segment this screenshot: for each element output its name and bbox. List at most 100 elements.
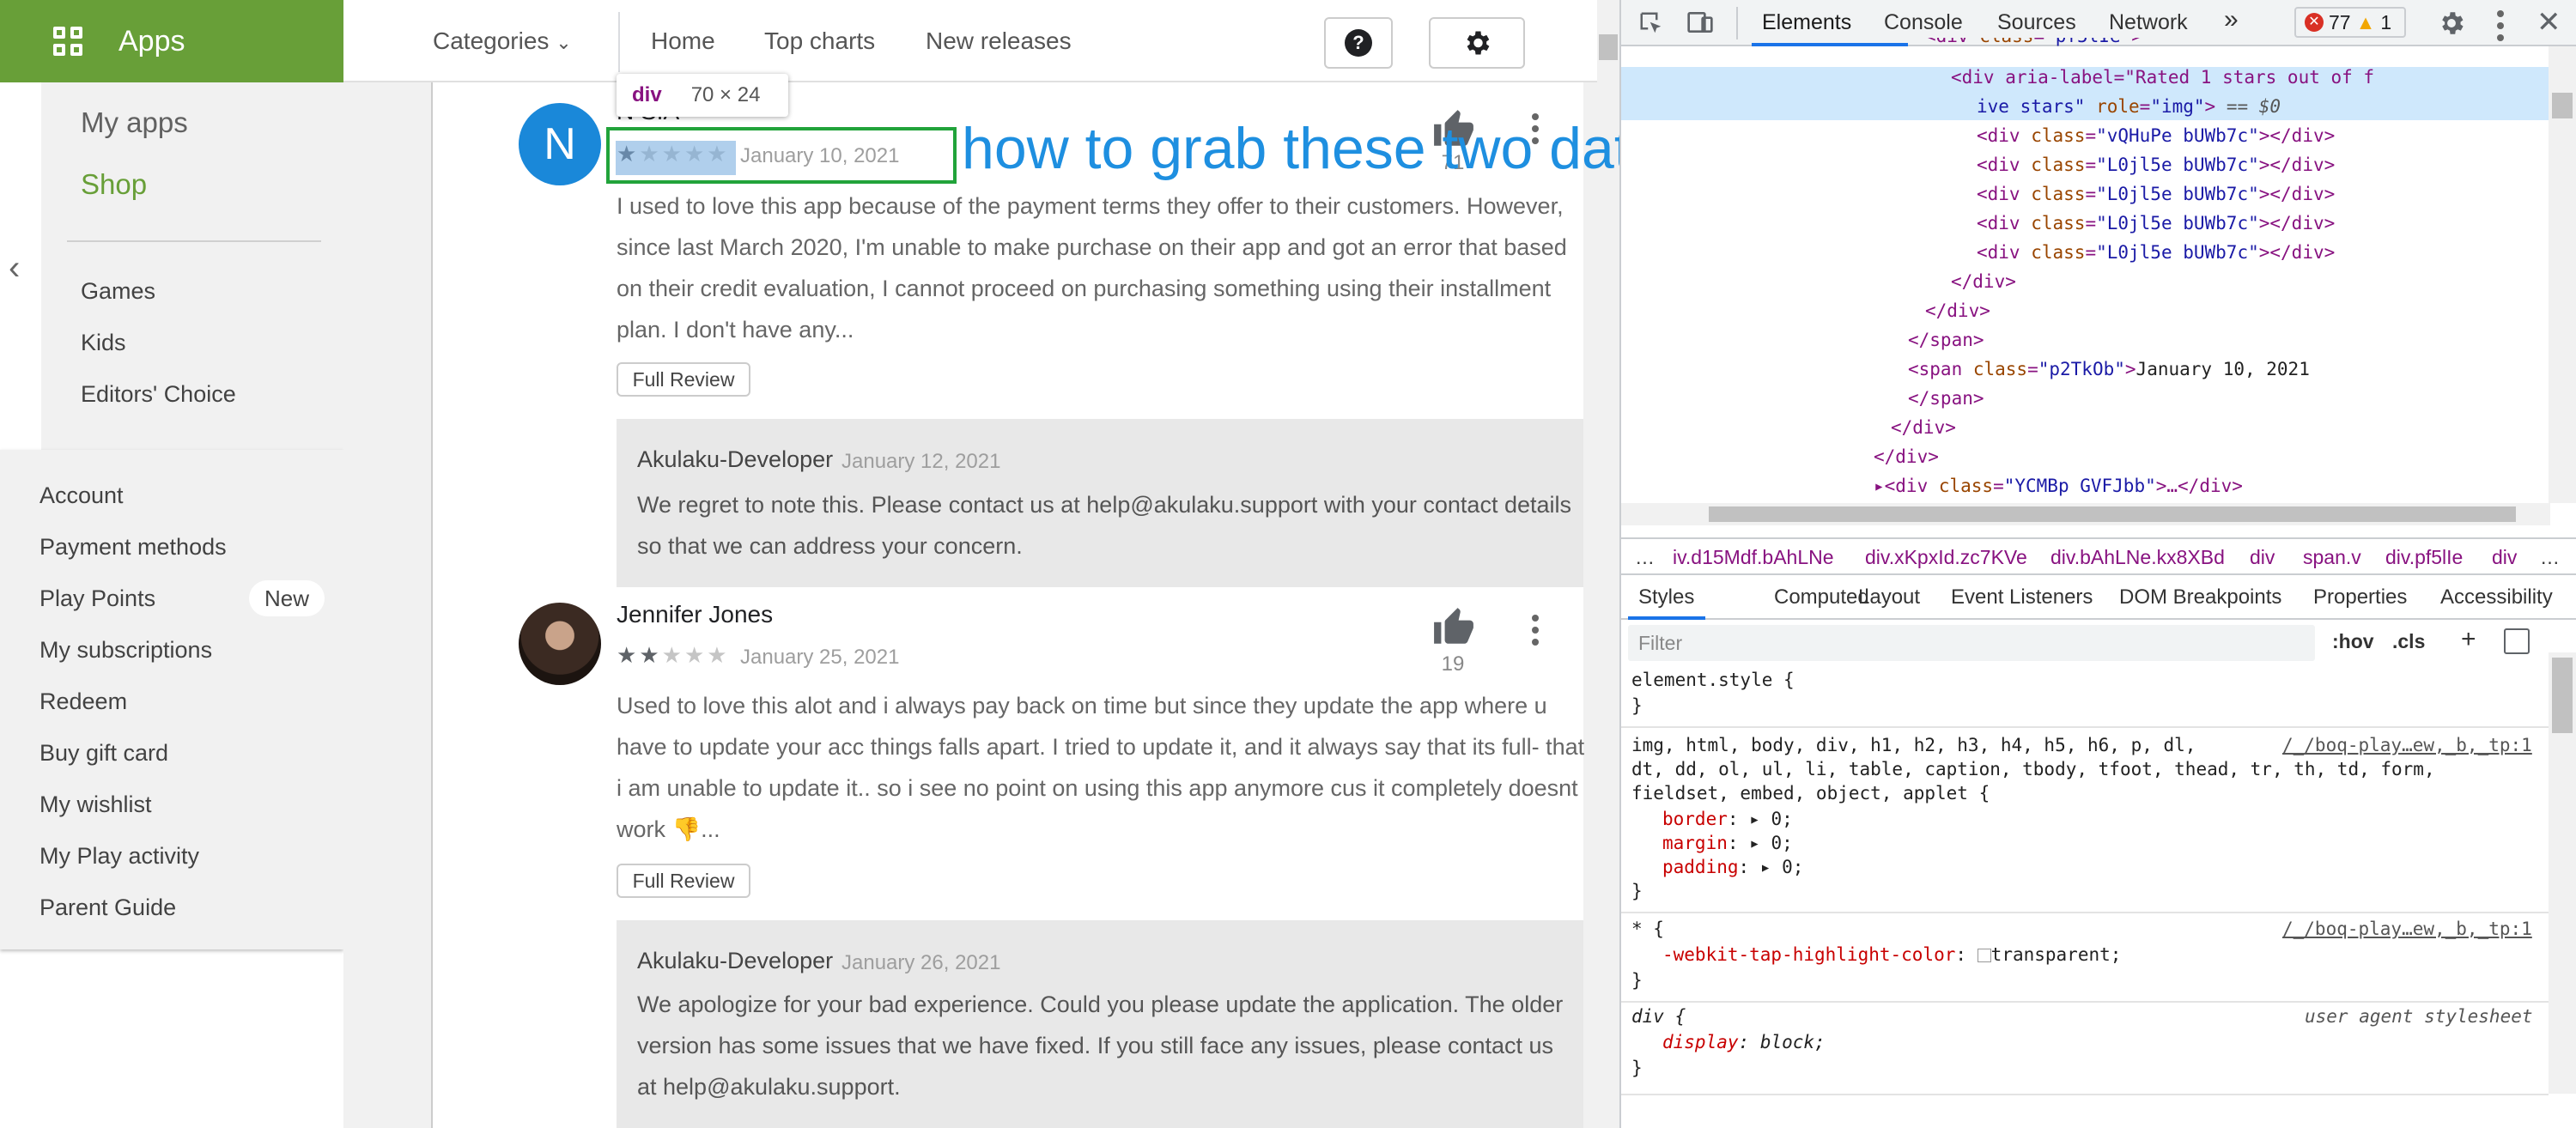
device-toggle-icon[interactable] xyxy=(1686,9,1714,36)
nav-new-releases[interactable]: New releases xyxy=(926,27,1072,55)
tab-network[interactable]: Network xyxy=(2109,10,2188,35)
sidebar-item-play-activity[interactable]: My Play activity xyxy=(39,843,199,870)
devtools-settings-icon[interactable] xyxy=(2437,9,2466,38)
toolbar-separator xyxy=(1736,7,1738,39)
breadcrumb-item[interactable]: div.bAhLNe.kx8XBd xyxy=(2050,546,2225,569)
page-scrollbar-thumb[interactable] xyxy=(1599,34,1618,60)
element-style-rule[interactable]: element.style { xyxy=(1631,670,1795,690)
sidebar-item-parent-guide[interactable]: Parent Guide xyxy=(39,895,176,921)
sidebar-item-editors-choice[interactable]: Editors' Choice xyxy=(81,381,236,408)
dom-line[interactable]: <div class="L0jl5e bUWb7c"></div> xyxy=(1977,242,2335,263)
dom-line[interactable]: </span> xyxy=(1908,330,1984,350)
sidebar-item-kids[interactable]: Kids xyxy=(81,330,126,356)
full-review-button[interactable]: Full Review xyxy=(617,864,750,898)
styles-scroll-thumb[interactable] xyxy=(2552,658,2573,733)
rule-separator xyxy=(1621,912,2549,913)
sidebar-item-games[interactable]: Games xyxy=(81,278,155,305)
dom-line[interactable]: </div> xyxy=(1891,417,1956,438)
dom-line[interactable]: ▸<div class="YCMBp GVFJbb">…</div> xyxy=(1874,476,2243,496)
dom-vertical-scroll-thumb[interactable] xyxy=(2552,93,2573,118)
tab-console[interactable]: Console xyxy=(1884,10,1963,35)
css-declaration[interactable]: border: ▸ 0; xyxy=(1662,809,1793,829)
thumbs-up-icon[interactable] xyxy=(1432,606,1475,649)
dom-line[interactable]: </div> xyxy=(1925,300,1990,321)
breadcrumb-item[interactable]: div.pf5lIe xyxy=(2385,546,2463,569)
sidebar-item-play-points[interactable]: Play Points xyxy=(39,585,155,612)
reply-text: We regret to note this. Please contact u… xyxy=(637,492,1572,559)
reviewer-name: Jennifer Jones xyxy=(617,601,774,628)
avatar: N xyxy=(519,103,601,185)
close-devtools-icon[interactable]: ✕ xyxy=(2537,5,2561,39)
help-button[interactable]: ? xyxy=(1324,17,1393,69)
more-tabs-icon[interactable]: » xyxy=(2224,5,2239,34)
sidebar-item-my-apps[interactable]: My apps xyxy=(81,106,188,139)
full-review-button[interactable]: Full Review xyxy=(617,362,750,397)
stylesheet-source-link[interactable]: /_/boq-play…ew,_b,_tp:1 xyxy=(2282,735,2532,755)
add-rule-icon[interactable]: + xyxy=(2461,625,2476,654)
inspect-element-icon[interactable] xyxy=(1638,10,1664,36)
hover-state-toggle[interactable]: :hov xyxy=(2332,630,2374,653)
dom-line[interactable]: </div> xyxy=(1874,446,1939,467)
sidebar-item-payment-methods[interactable]: Payment methods xyxy=(39,534,227,561)
nav-home[interactable]: Home xyxy=(651,27,715,55)
sidebar-item-buy-gift-card[interactable]: Buy gift card xyxy=(39,740,168,767)
toggle-sidebar-icon[interactable] xyxy=(2504,628,2530,654)
issues-counter[interactable]: ✕ 77 ▲ 1 xyxy=(2294,7,2406,38)
css-declaration[interactable]: margin: ▸ 0; xyxy=(1662,833,1793,853)
sidebar-item-redeem[interactable]: Redeem xyxy=(39,688,127,715)
breadcrumb-item[interactable]: div.xKpxId.zc7KVe xyxy=(1865,546,2027,569)
tab-elements[interactable]: Elements xyxy=(1762,10,1851,35)
tab-layout[interactable]: Layout xyxy=(1858,585,1920,609)
devtools-menu-icon[interactable] xyxy=(2497,10,2504,41)
breadcrumb-ellipsis[interactable]: … xyxy=(2540,546,2560,569)
more-options-icon[interactable] xyxy=(1532,615,1539,646)
stylesheet-source-link[interactable]: /_/boq-play…ew,_b,_tp:1 xyxy=(2282,919,2532,939)
star-empty-icon: ★ xyxy=(683,642,705,668)
new-badge: New xyxy=(249,580,325,616)
class-toggle[interactable]: .cls xyxy=(2392,630,2425,653)
dom-line[interactable]: </span> xyxy=(1908,388,1984,409)
breadcrumb-ellipsis[interactable]: … xyxy=(1635,546,1655,569)
chevron-down-icon: ⌄ xyxy=(556,32,572,53)
dom-tree[interactable]: <div class="pf5lIe"> <div aria-label="Rat… xyxy=(1621,38,2549,501)
nav-top-charts[interactable]: Top charts xyxy=(764,27,875,55)
dom-line[interactable]: <div class="vQHuPe bUWb7c"></div> xyxy=(1977,125,2335,146)
dom-line[interactable]: <div class="pf5lIe"> xyxy=(1925,38,2142,46)
dom-horizontal-scroll-thumb[interactable] xyxy=(1709,506,2516,522)
reply-author: Akulaku-Developer xyxy=(637,948,834,973)
dom-line[interactable]: <div aria-label="Rated 1 stars out of f xyxy=(1951,67,2374,88)
breadcrumb-item[interactable]: iv.d15Mdf.bAhLNe xyxy=(1673,546,1834,569)
sidebar-item-subscriptions[interactable]: My subscriptions xyxy=(39,637,212,664)
tab-properties[interactable]: Properties xyxy=(2313,585,2407,609)
apps-title: Apps xyxy=(118,24,185,58)
dom-line[interactable]: <span class="p2TkOb">January 10, 2021 xyxy=(1908,359,2310,379)
tab-sources[interactable]: Sources xyxy=(1997,10,2076,35)
css-declaration[interactable]: padding: ▸ 0; xyxy=(1662,857,1803,877)
settings-button[interactable] xyxy=(1429,17,1525,69)
dom-line[interactable]: <div class="L0jl5e bUWb7c"></div> xyxy=(1977,213,2335,233)
tab-computed[interactable]: Computed xyxy=(1774,585,1869,609)
breadcrumb-item[interactable]: div xyxy=(2250,546,2275,569)
collapse-sidebar-icon[interactable]: ‹ xyxy=(9,251,34,285)
star-empty-icon: ★ xyxy=(707,642,727,668)
dom-line[interactable]: <div class="L0jl5e bUWb7c"></div> xyxy=(1977,184,2335,204)
reply-author: Akulaku-Developer xyxy=(637,446,834,472)
tab-accessibility[interactable]: Accessibility xyxy=(2440,585,2553,609)
tab-event-listeners[interactable]: Event Listeners xyxy=(1951,585,2093,609)
categories-dropdown[interactable]: Categories ⌄ xyxy=(433,27,572,55)
rule-close: } xyxy=(1631,695,1643,716)
tab-dom-breakpoints[interactable]: DOM Breakpoints xyxy=(2119,585,2281,609)
breadcrumb-item[interactable]: div xyxy=(2492,546,2517,569)
dom-line[interactable]: <div class="L0jl5e bUWb7c"></div> xyxy=(1977,155,2335,175)
styles-filter-input[interactable]: Filter xyxy=(1628,625,2315,661)
rule-separator xyxy=(1621,1001,2549,1003)
dom-line[interactable]: </div> xyxy=(1951,271,2016,292)
breadcrumb-item[interactable]: span.v xyxy=(2303,546,2361,569)
sidebar-item-wishlist[interactable]: My wishlist xyxy=(39,791,152,818)
sidebar-item-shop[interactable]: Shop xyxy=(81,168,147,201)
css-declaration[interactable]: -webkit-tap-highlight-color: transparent… xyxy=(1662,944,2121,965)
sidebar-item-account[interactable]: Account xyxy=(39,482,124,509)
dom-line[interactable]: ive stars" role="img"> == $0 xyxy=(1977,96,2281,117)
apps-header[interactable]: Apps xyxy=(0,0,343,82)
tab-styles[interactable]: Styles xyxy=(1638,585,1694,609)
